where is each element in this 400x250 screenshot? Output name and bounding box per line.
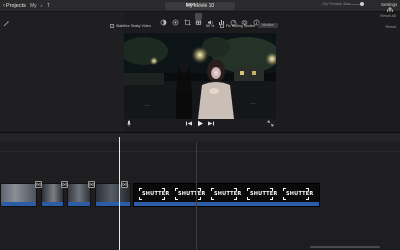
current-time: 0:06: [186, 2, 195, 7]
reset-button[interactable]: Reset: [386, 24, 396, 29]
wand-icon[interactable]: [3, 14, 9, 27]
clip-audio-waveform: [96, 202, 130, 206]
clip-thumbnail: [1, 184, 36, 204]
equalizer-icon[interactable]: [218, 13, 225, 25]
track-divider: [0, 151, 400, 152]
checkbox[interactable]: [110, 24, 114, 29]
volume-icon[interactable]: [207, 13, 214, 25]
clip-thumbnail: [42, 184, 63, 204]
projects-label: Projects: [6, 3, 26, 9]
clip-audio-waveform: [1, 202, 36, 206]
crop-icon[interactable]: [184, 13, 191, 26]
stabilization-icon[interactable]: [195, 13, 202, 25]
microphone-icon[interactable]: [126, 120, 132, 127]
shutter-frame: SHUTTER: [175, 188, 205, 200]
tab-titles[interactable]: T: [47, 2, 50, 10]
adjustments-bar: [160, 12, 280, 26]
shutter-frame: SHUTTER: [247, 188, 277, 200]
video-preview: [124, 33, 276, 119]
timecode: 0:06 / 0:18: [186, 1, 207, 8]
horizontal-scrollbar[interactable]: [310, 246, 380, 248]
settings-button[interactable]: Settings: [381, 1, 397, 8]
transition-icon[interactable]: ⋈: [61, 181, 68, 188]
reset-all-button[interactable]: Reset All: [380, 13, 396, 18]
tab-audio[interactable]: ♪: [40, 2, 43, 10]
filter-icon[interactable]: [241, 13, 248, 25]
timeline-header: [0, 133, 400, 142]
clip-thumbnail: [68, 184, 90, 204]
total-time: / 0:18: [196, 2, 208, 7]
color-balance-icon[interactable]: [160, 13, 167, 26]
playhead[interactable]: [119, 137, 120, 250]
fullscreen-icon[interactable]: [267, 120, 274, 127]
stabilize-amount: 50 %: [206, 24, 215, 28]
rolling-shutter-checkbox[interactable]: Fix Rolling Shutter: [220, 23, 255, 29]
projects-back-button[interactable]: ‹Projects: [3, 1, 26, 11]
media-browser: [0, 12, 124, 132]
checkbox[interactable]: [220, 24, 224, 29]
shutter-frame: SHUTTER: [211, 188, 241, 200]
transition-icon[interactable]: ⋈: [88, 181, 95, 188]
transition-icon[interactable]: ⋈: [35, 181, 42, 188]
clip-audio-waveform: [134, 202, 319, 206]
rolling-shutter-select[interactable]: Medium: [258, 23, 278, 28]
rolling-shutter-text: Fix Rolling Shutter: [226, 24, 256, 28]
transition-icon[interactable]: ⋈: [121, 181, 128, 188]
skip-back-icon[interactable]: [185, 120, 193, 127]
player-controls: [124, 118, 276, 130]
timeline-clip[interactable]: [0, 183, 37, 207]
clip-audio-waveform: [42, 202, 63, 206]
play-icon[interactable]: [196, 120, 204, 127]
skimmer-line: [196, 142, 197, 250]
chevron-left-icon: ‹: [3, 3, 5, 9]
stabilization-controls: Stabilize Shaky Video 50 % Fix Rolling S…: [110, 23, 280, 29]
title-clip[interactable]: SHUTTER SHUTTER SHUTTER SHUTTER SHUTTER: [133, 183, 320, 207]
zoom-slider-knob[interactable]: [360, 2, 364, 6]
tab-my-media[interactable]: My: [30, 2, 37, 10]
skip-forward-icon[interactable]: [207, 120, 215, 127]
shutter-frame: SHUTTER: [283, 188, 313, 200]
clip-audio-waveform: [68, 202, 90, 206]
stabilize-checkbox[interactable]: Stabilize Shaky Video: [110, 23, 151, 29]
shutter-frame: SHUTTER: [139, 188, 169, 200]
color-correction-icon[interactable]: [172, 13, 179, 26]
stabilize-label: Stabilize Shaky Video: [116, 24, 151, 28]
video-frame-image: [124, 33, 276, 119]
info-icon[interactable]: [253, 13, 260, 26]
speed-icon[interactable]: [230, 13, 237, 26]
